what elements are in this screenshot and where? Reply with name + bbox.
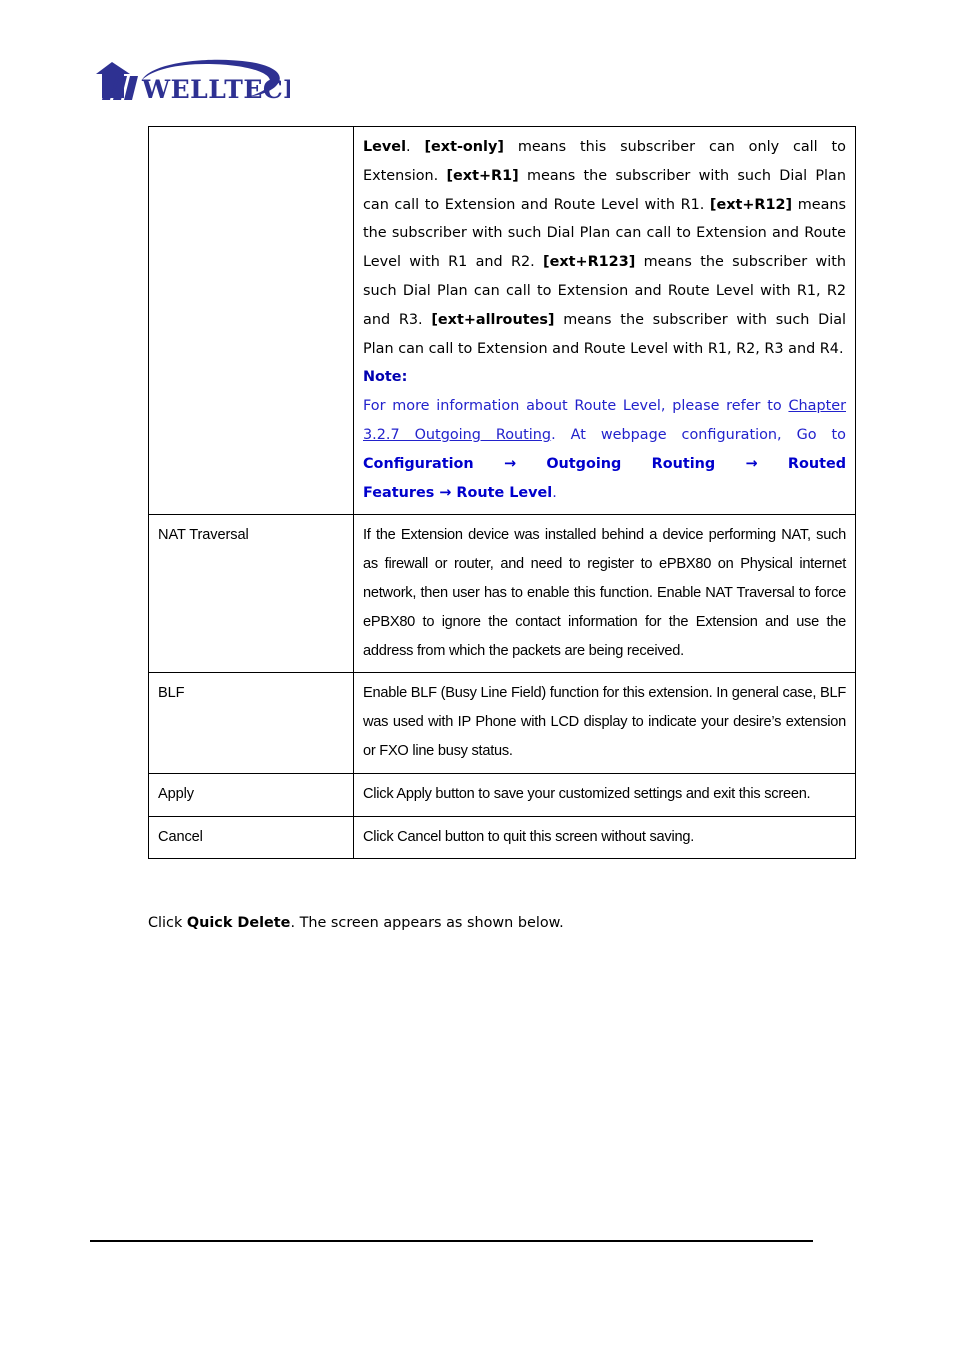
note-body: For more information about Route Level, … [363, 392, 846, 507]
table-row: Cancel Click Cancel button to quit this … [148, 815, 856, 860]
table-cell-term: BLF [148, 672, 354, 774]
table-cell-description: Click Cancel button to quit this screen … [353, 815, 856, 860]
settings-description-table: Level. [ext-only] means this subscriber … [148, 125, 856, 860]
note-trailing: . [552, 484, 557, 501]
desc-text: . [406, 139, 425, 155]
table-row: BLF Enable BLF (Busy Line Field) functio… [148, 672, 856, 774]
below-para-suffix: . The screen appears as shown below. [290, 915, 564, 931]
menu-path-outgoing-routing: Outgoing Routing [546, 455, 716, 472]
note-title: Note: [363, 369, 408, 386]
table-cell-term: NAT Traversal [148, 514, 354, 674]
arrow-icon: → [503, 455, 517, 472]
page-header: WELLTECH [90, 50, 850, 112]
main-content: Level. [ext-only] means this subscriber … [148, 125, 856, 860]
welltech-logo-text: WELLTECH [141, 75, 290, 104]
table-cell-description: Click Apply button to save your customiz… [353, 772, 856, 817]
table-cell-description: If the Extension device was installed be… [353, 514, 856, 674]
table-cell-term [148, 125, 354, 516]
route-level-description: Level. [ext-only] means this subscriber … [363, 133, 846, 363]
table-row: Level. [ext-only] means this subscriber … [148, 125, 856, 516]
term-ext-only: [ext-only] [424, 139, 504, 155]
table-cell-description: Level. [ext-only] means this subscriber … [353, 125, 856, 516]
term-ext-r1: [ext+R1] [446, 167, 519, 184]
arrow-icon: → [439, 484, 452, 501]
menu-path-configuration: Configuration [363, 455, 474, 472]
note-line-prefix: For more information about Route Level, … [363, 398, 789, 415]
table-cell-term: Apply [148, 772, 354, 817]
term-ext-allroutes: [ext+allroutes] [431, 311, 555, 328]
below-para-prefix: Click [148, 915, 187, 931]
table-row: NAT Traversal If the Extension device wa… [148, 514, 856, 674]
menu-path-route-level: Route Level [456, 484, 553, 501]
welltech-logo-graphic: WELLTECH [96, 59, 290, 104]
table-row: Apply Click Apply button to save your cu… [148, 772, 856, 817]
footer-divider [90, 1240, 813, 1242]
note-line-suffix: . At webpage configuration, Go to [551, 426, 846, 443]
note-block: Note: For more information about Route L… [363, 363, 846, 507]
term-ext-r12: [ext+R12] [709, 196, 793, 213]
term-ext-r123: [ext+R123] [543, 254, 636, 271]
quick-delete-term: Quick Delete [186, 915, 291, 931]
welltech-logo: WELLTECH [90, 50, 290, 110]
table-cell-description: Enable BLF (Busy Line Field) function fo… [353, 672, 856, 774]
below-table-paragraph: Click Quick Delete. The screen appears a… [148, 910, 856, 936]
table-cell-term: Cancel [148, 815, 354, 860]
term-level: Level [363, 139, 407, 155]
arrow-icon: → [745, 455, 758, 472]
